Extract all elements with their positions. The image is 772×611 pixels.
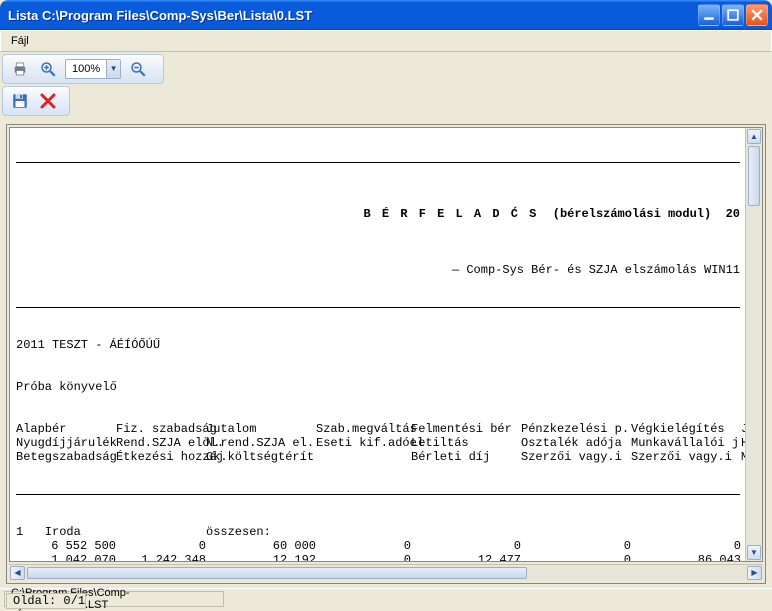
vertical-scrollbar[interactable]: ▲ ▼: [745, 128, 762, 561]
data-row: 6 552 500060 00000000: [16, 539, 740, 553]
header-row: AlapbérFiz. szabadságJutalomSzab.megvált…: [16, 422, 740, 436]
vertical-scroll-thumb[interactable]: [748, 146, 760, 206]
status-bar: C:\Program Files\Comp-Sys\Ber\Lista\0.LS…: [0, 588, 772, 608]
minimize-button[interactable]: [698, 4, 720, 26]
toolbar-file-group: [2, 86, 70, 116]
report-subtitle: — Comp-Sys Bér- és SZJA elszámolás WIN11: [16, 263, 740, 277]
x-icon: [39, 92, 57, 110]
report-title: B É R F E L A D Ć S: [364, 207, 539, 221]
zoom-select[interactable]: 100% ▼: [65, 59, 121, 79]
scroll-left-button[interactable]: ◀: [10, 566, 25, 580]
scroll-right-button[interactable]: ▶: [747, 566, 762, 580]
zoom-out-button[interactable]: [127, 58, 149, 80]
delete-button[interactable]: [37, 90, 59, 112]
horizontal-scroll-thumb[interactable]: [27, 567, 527, 579]
zoom-in-button[interactable]: [37, 58, 59, 80]
data-row: 1 042 0701 242 34812 192012 477086 0430: [16, 553, 740, 562]
window-title: Lista C:\Program Files\Comp-Sys\Ber\List…: [8, 8, 698, 23]
section-label: 1 Irodaösszesen:: [16, 525, 740, 539]
header-row: NyugdíjjárulékRend.SZJA elől.N.rend.SZJA…: [16, 436, 740, 450]
printer-icon: [11, 60, 29, 78]
window-controls: [698, 4, 768, 26]
maximize-button[interactable]: [722, 4, 744, 26]
zoom-dropdown-arrow[interactable]: ▼: [106, 60, 120, 78]
title-bar: Lista C:\Program Files\Comp-Sys\Ber\List…: [0, 0, 772, 30]
menu-bar: Fájl: [0, 30, 772, 52]
toolbar-area: 100% ▼: [0, 52, 772, 120]
report-content: B É R F E L A D Ć S (bérelszámolási modu…: [16, 132, 740, 562]
scroll-up-button[interactable]: ▲: [747, 129, 761, 144]
print-button[interactable]: [9, 58, 31, 80]
scroll-down-button[interactable]: ▼: [747, 545, 761, 560]
close-button[interactable]: [746, 4, 768, 26]
zoom-out-icon: [129, 60, 147, 78]
floppy-icon: [11, 92, 29, 110]
report-viewport: B É R F E L A D Ć S (bérelszámolási modu…: [6, 124, 766, 584]
menu-file[interactable]: Fájl: [5, 33, 35, 49]
horizontal-scrollbar[interactable]: ◀ ▶: [9, 564, 763, 581]
zoom-value: 100%: [66, 63, 106, 75]
report-page: B É R F E L A D Ć S (bérelszámolási modu…: [9, 127, 763, 562]
status-page: Oldal: 0/1: [6, 593, 86, 609]
toolbar-zoom-group: 100% ▼: [2, 54, 164, 84]
report-test-line: 2011 TESZT - ÁÉÍÓŐÚŰ: [16, 338, 740, 352]
header-row: BetegszabadságÉtkezési hozzájGk.költségt…: [16, 450, 740, 464]
save-button[interactable]: [9, 90, 31, 112]
report-subtest-line: Próba könyvelő: [16, 380, 740, 394]
zoom-in-icon: [39, 60, 57, 78]
